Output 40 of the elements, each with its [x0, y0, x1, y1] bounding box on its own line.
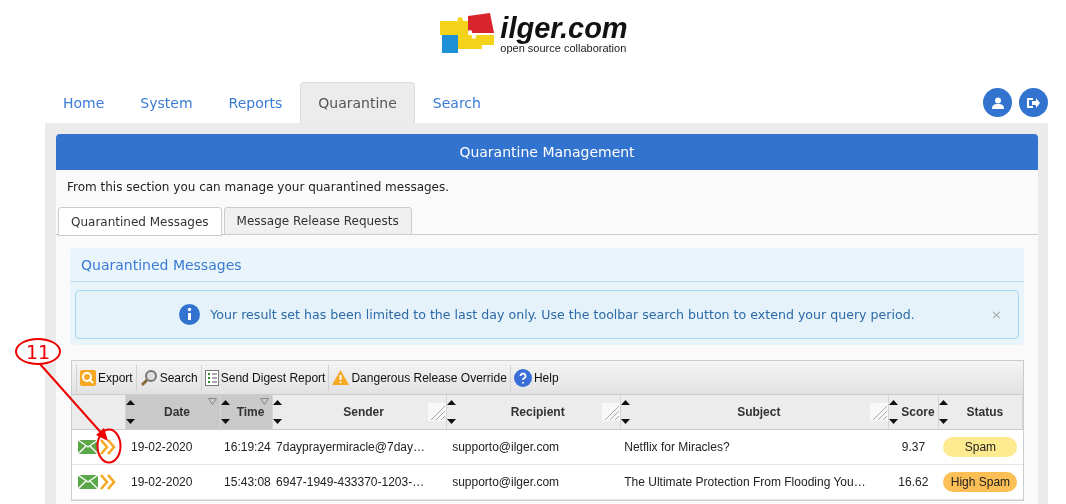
alert-text: Your result set has been limited to the last day only. Use the toolbar search button to extend your query period. [210, 307, 915, 322]
column-header[interactable]: Score [888, 395, 939, 430]
column-header[interactable]: Subject [620, 395, 889, 430]
nav-tab[interactable]: Home [45, 82, 123, 123]
column-header[interactable]: Date [125, 395, 221, 430]
section-tab[interactable]: Quarantined Messages [58, 207, 222, 236]
nav-tab[interactable]: System [122, 82, 211, 123]
panel-description: From this section you can manage your quarantined messages. [66, 179, 451, 196]
logo-tagline: open source collaboration [500, 43, 628, 54]
table-cell: 19-02-2020 [125, 429, 221, 465]
column-header[interactable]: Recipient [446, 395, 621, 430]
toolbar-button[interactable]: Send Digest Report [200, 364, 329, 391]
toolbar-button[interactable]: Search [135, 364, 201, 391]
toolbar-button[interactable]: Dangerous Release Override [328, 364, 510, 391]
table-cell: 9.37 [888, 429, 939, 465]
logo-name: ilger.com [500, 14, 628, 43]
table-cell: The Ultimate Protection From Flooding You… [620, 464, 889, 500]
status-badge: Spam [943, 437, 1018, 457]
table-cell: supporto@ilger.com [446, 464, 621, 500]
nav-tab[interactable]: Quarantine [300, 82, 415, 123]
panel-title: Quarantine Management [56, 134, 1038, 170]
section-tab[interactable]: Message Release Requests [223, 207, 412, 235]
status-badge: High Spam [943, 472, 1018, 492]
table-cell: 6947-1949-433370-1203-… [272, 464, 447, 500]
nav-tab[interactable]: Reports [210, 82, 301, 123]
toolbar-button[interactable]: Help [509, 364, 562, 391]
column-header[interactable]: Status [938, 395, 1023, 430]
table-cell: supporto@ilger.com [446, 429, 621, 465]
callout-number: 11 [15, 338, 61, 365]
section-title: Quarantined Messages [70, 248, 1024, 282]
toolbar-button[interactable]: Export [76, 364, 136, 391]
table-cell: 15:43:08 [220, 464, 273, 500]
table-cell: Netflix for Miracles? [620, 429, 889, 465]
table-cell: 16.62 [888, 464, 939, 500]
column-header[interactable]: Time [220, 395, 273, 430]
table-cell: 7dayprayermiracle@7day… [272, 429, 447, 465]
column-header[interactable]: Sender [272, 395, 447, 430]
nav-tab[interactable]: Search [414, 82, 499, 123]
table-cell: 16:19:24 [220, 429, 273, 465]
table-cell: 19-02-2020 [125, 464, 221, 500]
